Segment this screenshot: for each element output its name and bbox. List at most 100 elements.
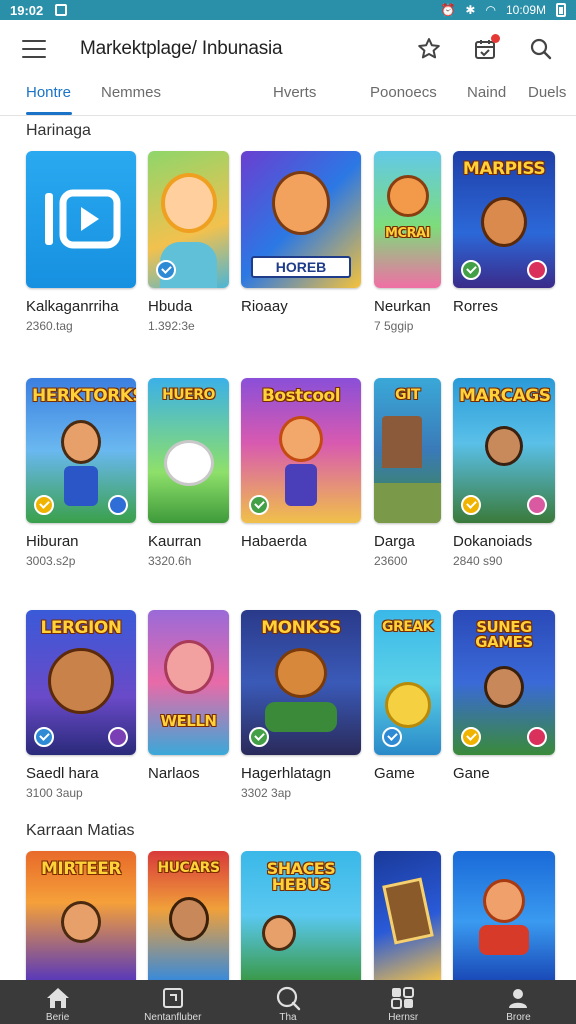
- section-title: Karraan Matias: [26, 822, 135, 839]
- search-icon: [275, 986, 301, 1011]
- status-time: 19:02: [10, 2, 44, 18]
- character-art: [61, 420, 101, 464]
- app-tile[interactable]: MARPISS Rorres: [453, 151, 555, 319]
- app-tile[interactable]: Hbuda 1.392:3e: [148, 151, 229, 333]
- app-tile[interactable]: HUERO Kaurran 3320.6h: [148, 378, 229, 568]
- app-tile[interactable]: WELLN Narlaos: [148, 610, 229, 786]
- app-tile[interactable]: SUNEG GAMES Gane: [453, 610, 555, 786]
- character-art: [262, 915, 296, 951]
- nav-home[interactable]: Berie: [0, 980, 115, 1024]
- apps-icon: [390, 986, 416, 1010]
- app-meta: 7 5ggip: [374, 319, 414, 333]
- nav-search[interactable]: Tha: [230, 980, 345, 1024]
- verified-icon: [461, 260, 481, 280]
- app-thumbnail: HERKTORKS: [26, 378, 136, 523]
- nav-profile[interactable]: Brore: [461, 980, 576, 1024]
- app-name: Rioaay: [241, 298, 288, 315]
- app-tile[interactable]: [374, 851, 441, 980]
- app-tile[interactable]: MIRTEER: [26, 851, 136, 980]
- square-icon: [161, 986, 185, 1010]
- nav-apps[interactable]: Hernsr: [346, 980, 461, 1024]
- alarm-icon: ⏰: [440, 3, 456, 17]
- art-label: HOREB: [251, 256, 351, 278]
- art-label: MCRAI: [385, 226, 430, 241]
- app-meta: 3100 3aup: [26, 786, 83, 800]
- character-body: [64, 466, 98, 506]
- character-art: [481, 197, 527, 247]
- app-thumbnail: [453, 851, 555, 980]
- play-icon: [45, 189, 121, 249]
- nav-label: Tha: [279, 1012, 297, 1023]
- app-tile[interactable]: [453, 851, 555, 980]
- verified-icon: [461, 727, 481, 747]
- character-art: [48, 648, 114, 714]
- nav-library[interactable]: Nentanfluber: [115, 980, 230, 1024]
- verified-icon: [382, 727, 402, 747]
- art-label: MARCAGS: [459, 386, 551, 406]
- app-meta: 2840 s90: [453, 554, 503, 568]
- character-art: [484, 666, 524, 708]
- app-meta: 3320.6h: [148, 554, 192, 568]
- page-title: Markektplage/ Inbunasia: [80, 38, 283, 59]
- app-tile[interactable]: LERGION Saedl hara 3100 3aup: [26, 610, 136, 800]
- art-label: Bostcool: [261, 386, 341, 406]
- app-tile[interactable]: GREAK Game: [374, 610, 441, 786]
- verified-icon: [461, 495, 481, 515]
- app-name: Game: [374, 765, 415, 782]
- art-label: GREAK: [381, 619, 434, 635]
- calendar-icon[interactable]: [472, 34, 500, 62]
- app-name: Gane: [453, 765, 490, 782]
- character-art: [279, 416, 323, 462]
- app-name: Darga: [374, 533, 415, 550]
- app-name: Kaurran: [148, 533, 202, 550]
- tab-bar: Hontre Nemmes Hverts Poonoecs Naind Duel…: [0, 78, 576, 116]
- tab-naind[interactable]: Naind: [467, 84, 506, 101]
- app-thumbnail: MONKSS: [241, 610, 361, 755]
- app-thumbnail: GIT: [374, 378, 441, 523]
- app-tile[interactable]: Bostcool Habaerda: [241, 378, 361, 554]
- bottom-navigation: Berie Nentanfluber Tha Hernsr Brore: [0, 980, 576, 1024]
- app-name: Dokanoiads: [453, 533, 533, 550]
- app-tile[interactable]: GIT Darga 23600: [374, 378, 441, 568]
- search-icon[interactable]: [528, 36, 554, 62]
- app-thumbnail: [374, 851, 441, 980]
- tab-poonoecs[interactable]: Poonoecs: [370, 84, 437, 101]
- app-name: Neurkan: [374, 298, 431, 315]
- app-tile[interactable]: MARCAGS Dokanoiads 2840 s90: [453, 378, 555, 568]
- app-tile[interactable]: MCRAI Neurkan 7 5ggip: [374, 151, 441, 333]
- app-thumbnail: HUCARS: [148, 851, 229, 980]
- app-tile[interactable]: HOREB Rioaay: [241, 151, 361, 319]
- character-body: [479, 925, 529, 955]
- verified-icon: [156, 260, 176, 280]
- app-thumbnail: [148, 151, 229, 288]
- app-name: Hiburan: [26, 533, 79, 550]
- star-icon[interactable]: [416, 36, 442, 62]
- art-label: WELLN: [160, 712, 217, 730]
- character-art: [384, 682, 431, 728]
- tab-nemmes[interactable]: Nemmes: [101, 84, 161, 101]
- art-label: GIT: [395, 387, 420, 403]
- art-label: HERKTORKS: [32, 386, 136, 406]
- character-art: [61, 901, 101, 943]
- tab-home[interactable]: Hontre: [26, 84, 71, 101]
- app-tile[interactable]: MONKSS Hagerhlatagn 3302 3ap: [241, 610, 361, 800]
- verified-icon: [249, 727, 269, 747]
- app-tile[interactable]: HERKTORKS Hiburan 3003.s2p: [26, 378, 136, 568]
- app-tile[interactable]: Kalkaganrriha 2360.tag: [26, 151, 136, 333]
- character-art: [160, 173, 217, 233]
- menu-icon[interactable]: [22, 40, 46, 58]
- notification-icon: [55, 4, 68, 16]
- status-bar: 19:02 ⏰ ✱ ◠ 10:09M: [0, 0, 576, 20]
- art-label: SHACES HEBUS: [266, 859, 336, 894]
- home-icon: [45, 986, 71, 1010]
- item-art: [382, 877, 434, 945]
- app-tile[interactable]: HUCARS: [148, 851, 229, 980]
- nav-label: Hernsr: [388, 1012, 419, 1023]
- heart-icon: [527, 495, 547, 515]
- wifi-icon: ◠: [485, 3, 496, 17]
- tab-duels[interactable]: Duels: [528, 84, 566, 101]
- app-tile[interactable]: SHACES HEBUS: [241, 851, 361, 980]
- app-name: Hagerhlatagn: [241, 765, 332, 782]
- tab-hverts[interactable]: Hverts: [273, 84, 316, 101]
- art-label: HUERO: [162, 387, 215, 403]
